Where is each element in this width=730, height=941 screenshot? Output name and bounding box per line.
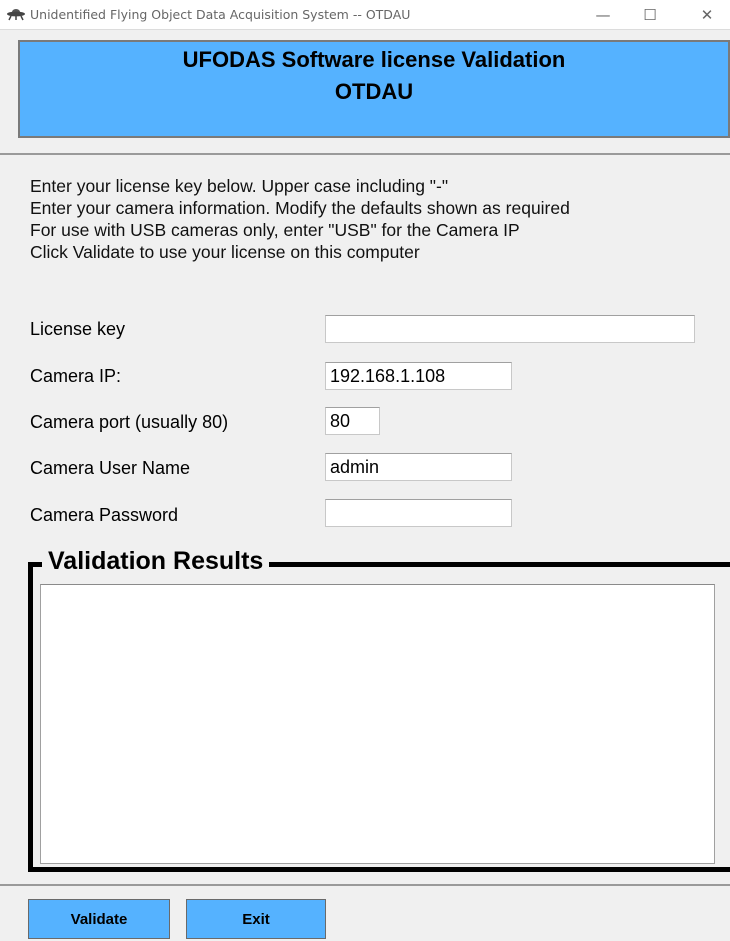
license-key-label: License key — [30, 319, 126, 339]
camera-port-input[interactable] — [325, 407, 380, 435]
validation-results-output[interactable] — [40, 584, 715, 864]
validate-button[interactable]: Validate — [28, 899, 170, 939]
camera-user-input[interactable] — [325, 453, 512, 481]
window-title: Unidentified Flying Object Data Acquisit… — [30, 7, 411, 22]
camera-password-label: Camera Password — [30, 505, 179, 525]
camera-ip-input[interactable] — [325, 362, 512, 390]
ufo-icon — [7, 9, 25, 21]
banner-title: UFODAS Software license Validation — [182, 47, 566, 72]
camera-port-label: Camera port (usually 80) — [30, 412, 229, 432]
title-bar: Unidentified Flying Object Data Acquisit… — [0, 0, 730, 30]
minimize-button[interactable]: — — [580, 0, 626, 30]
header-banner: UFODAS Software license Validation OTDAU — [18, 40, 730, 138]
license-key-input[interactable] — [325, 315, 695, 343]
camera-user-label: Camera User Name — [30, 458, 191, 478]
banner-subtitle: OTDAU — [334, 79, 414, 104]
camera-ip-label: Camera IP: — [30, 366, 122, 386]
camera-password-input[interactable] — [325, 499, 512, 527]
separator-top — [0, 153, 730, 155]
maximize-button[interactable]: ☐ — [627, 0, 673, 30]
exit-button[interactable]: Exit — [186, 899, 326, 939]
instructions: Enter your license key below. Upper case… — [30, 175, 570, 263]
close-button[interactable]: ✕ — [684, 0, 730, 30]
instruction-line: For use with USB cameras only, enter "US… — [30, 220, 520, 240]
instruction-line: Enter your camera information. Modify th… — [30, 198, 570, 218]
instruction-line: Click Validate to use your license on th… — [30, 242, 420, 262]
separator-bottom — [0, 884, 730, 886]
validation-results-title: Validation Results — [42, 547, 270, 576]
instruction-line: Enter your license key below. Upper case… — [30, 176, 449, 196]
